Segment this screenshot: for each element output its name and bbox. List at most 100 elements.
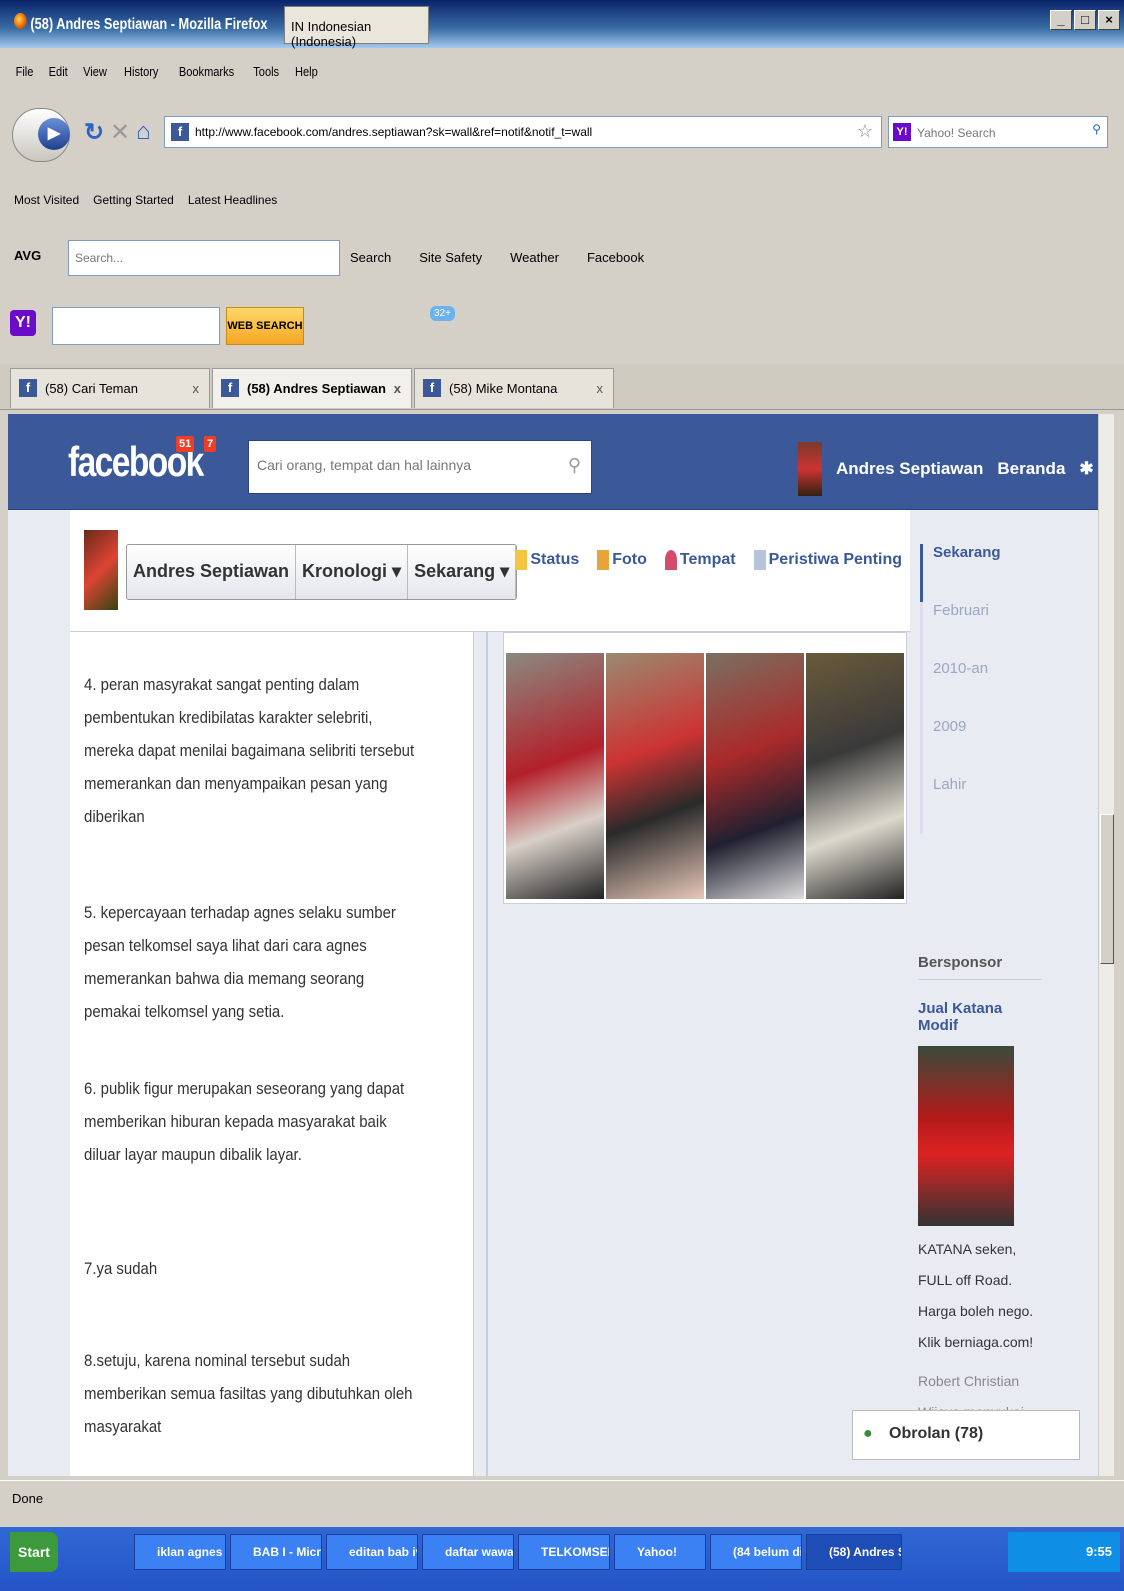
menu-file[interactable]: File bbox=[16, 64, 34, 80]
avg-weather[interactable]: Weather bbox=[510, 250, 559, 265]
web-search-button[interactable]: WEB SEARCH bbox=[226, 307, 304, 345]
profile-avatar[interactable] bbox=[84, 530, 118, 610]
menu-view[interactable]: View bbox=[83, 64, 107, 80]
home-icon[interactable]: ⌂ bbox=[136, 118, 151, 146]
bookmark-star-icon[interactable]: ☆ bbox=[857, 121, 873, 142]
timeline-nav: Andres Septiawan Kronologi ▾ Sekarang ▾ … bbox=[70, 510, 910, 632]
tab-label: (58) Mike Montana bbox=[449, 381, 558, 396]
tab-cari-teman[interactable]: f (58) Cari Teman x bbox=[10, 368, 210, 408]
facebook-favicon: f bbox=[221, 379, 239, 397]
reload-icon[interactable]: ↻ bbox=[84, 118, 104, 147]
life-event-action[interactable]: Peristiwa Penting bbox=[753, 550, 902, 570]
settings-gear-icon[interactable]: ✱ bbox=[1079, 459, 1093, 479]
menu-bookmarks[interactable]: Bookmarks bbox=[179, 64, 234, 80]
year-2010s[interactable]: 2010-an bbox=[920, 660, 1030, 718]
menu-help[interactable]: Help bbox=[295, 64, 318, 80]
bookmarks-bar: Most Visited Getting Started Latest Head… bbox=[0, 186, 1124, 216]
close-tab-icon[interactable]: x bbox=[597, 381, 604, 396]
maximize-button[interactable]: □ bbox=[1074, 10, 1096, 30]
ad-title-link[interactable]: Jual Katana Modif bbox=[918, 1000, 1042, 1034]
photo-thumbnail[interactable] bbox=[806, 653, 904, 899]
taskbar-item[interactable]: iklan agnes bbox=[134, 1534, 226, 1570]
taskbar-item[interactable]: daftar wawan... bbox=[422, 1534, 514, 1570]
close-tab-icon[interactable]: x bbox=[394, 381, 401, 396]
status-action[interactable]: Status bbox=[515, 550, 579, 570]
place-action[interactable]: Tempat bbox=[664, 550, 736, 570]
mail-count-badge[interactable]: 32+ bbox=[430, 306, 455, 321]
photo-thumbnail[interactable] bbox=[706, 653, 804, 899]
yahoo-toolbar-input[interactable] bbox=[52, 307, 220, 345]
avg-search-input[interactable]: Search... bbox=[68, 240, 340, 276]
search-icon[interactable]: ⚲ bbox=[1092, 122, 1101, 136]
photo-action[interactable]: Foto bbox=[597, 550, 647, 570]
facebook-search-input[interactable]: Cari orang, tempat dan hal lainnya ⚲ bbox=[248, 440, 592, 494]
ads-heading: Bersponsor bbox=[918, 954, 1042, 980]
avg-site-safety[interactable]: Site Safety bbox=[419, 250, 482, 265]
bookmark-latest-headlines[interactable]: Latest Headlines bbox=[188, 193, 277, 209]
ad-image[interactable] bbox=[918, 1046, 1014, 1226]
url-bar[interactable]: f http://www.facebook.com/andres.septiawa… bbox=[164, 116, 882, 148]
yahoo-logo-icon[interactable]: Y! bbox=[10, 310, 36, 336]
photo-thumbnail[interactable] bbox=[506, 653, 604, 899]
year-sekarang[interactable]: Sekarang bbox=[920, 544, 1030, 602]
year-februari[interactable]: Februari bbox=[920, 602, 1030, 660]
taskbar-item[interactable]: TELKOMSELFla... bbox=[518, 1534, 610, 1570]
bookmark-getting-started[interactable]: Getting Started bbox=[93, 193, 174, 209]
bookmark-most-visited[interactable]: Most Visited bbox=[14, 193, 79, 209]
life-event-icon bbox=[753, 550, 766, 570]
system-tray-clock[interactable]: 9:55 bbox=[1008, 1532, 1120, 1572]
forward-button[interactable]: ▶ bbox=[38, 118, 70, 150]
facebook-favicon: f bbox=[423, 379, 441, 397]
menu-edit[interactable]: Edit bbox=[49, 64, 68, 80]
notification-badge[interactable]: 51 bbox=[176, 436, 195, 452]
search-icon[interactable]: ⚲ bbox=[568, 455, 581, 476]
vertical-scrollbar[interactable] bbox=[1098, 414, 1114, 1476]
tab-label: (58) Cari Teman bbox=[45, 381, 138, 396]
year-2009[interactable]: 2009 bbox=[920, 718, 1030, 776]
scrollbar-thumb[interactable] bbox=[1100, 814, 1114, 964]
online-status-icon: ● bbox=[863, 1425, 873, 1442]
facebook-user-nav: Andres Septiawan Beranda ✱ bbox=[798, 442, 1094, 496]
avatar[interactable] bbox=[798, 442, 822, 496]
yahoo-icon: Y! bbox=[893, 123, 911, 141]
action-label: Peristiwa Penting bbox=[768, 551, 902, 569]
user-name-link[interactable]: Andres Septiawan bbox=[836, 459, 983, 479]
avg-facebook[interactable]: Facebook bbox=[587, 250, 644, 265]
avg-search-button[interactable]: Search bbox=[350, 250, 391, 265]
taskbar-item[interactable]: BAB I - Micros... bbox=[230, 1534, 322, 1570]
action-label: Tempat bbox=[679, 551, 736, 569]
home-link[interactable]: Beranda bbox=[997, 459, 1065, 479]
tab-label: (58) Andres Septiawan bbox=[247, 381, 386, 396]
photo-thumbnail[interactable] bbox=[606, 653, 704, 899]
profile-name-button[interactable]: Andres Septiawan bbox=[127, 545, 297, 599]
status-bar: Done bbox=[0, 1480, 1124, 1514]
menu-tools[interactable]: Tools bbox=[253, 64, 279, 80]
sekarang-dropdown[interactable]: Sekarang ▾ bbox=[408, 545, 517, 599]
tab-mike-montana[interactable]: f (58) Mike Montana x bbox=[414, 368, 614, 408]
chat-label: Obrolan (78) bbox=[889, 1425, 984, 1442]
action-label: Status bbox=[530, 551, 580, 569]
title-bar: (58) Andres Septiawan - Mozilla Firefox bbox=[0, 0, 1124, 48]
minimize-button[interactable]: _ bbox=[1050, 10, 1072, 30]
taskbar-item-active[interactable]: (58) Andres S... bbox=[806, 1534, 902, 1570]
yahoo-search-input[interactable]: Y! Yahoo! Search ⚲ bbox=[888, 116, 1108, 148]
tab-andres-septiawan[interactable]: f (58) Andres Septiawan x bbox=[212, 368, 412, 408]
taskbar-item[interactable]: (84 belum dib... bbox=[710, 1534, 802, 1570]
avg-logo[interactable]: AVG bbox=[14, 248, 41, 263]
taskbar-item[interactable]: Yahoo! bbox=[614, 1534, 706, 1570]
close-tab-icon[interactable]: x bbox=[193, 381, 200, 396]
facebook-header: facebook 51 7 Cari orang, tempat dan hal… bbox=[8, 414, 1098, 510]
message-badge[interactable]: 7 bbox=[204, 436, 217, 452]
kronologi-dropdown[interactable]: Kronologi ▾ bbox=[296, 545, 409, 599]
photo-album-card bbox=[503, 632, 907, 904]
close-button[interactable]: × bbox=[1098, 10, 1120, 30]
year-lahir[interactable]: Lahir bbox=[920, 776, 1030, 834]
window-controls: _ □ × bbox=[1050, 10, 1120, 30]
start-button[interactable]: Start bbox=[10, 1532, 58, 1572]
page-viewport: facebook 51 7 Cari orang, tempat dan hal… bbox=[8, 414, 1098, 1476]
language-indicator[interactable]: IN Indonesian (Indonesia) bbox=[284, 6, 429, 49]
taskbar-item[interactable]: editan bab iv ... bbox=[326, 1534, 418, 1570]
menu-history[interactable]: History bbox=[124, 64, 158, 80]
chat-bar[interactable]: ● Obrolan (78) bbox=[852, 1410, 1080, 1460]
stop-icon[interactable]: ✕ bbox=[110, 118, 130, 147]
